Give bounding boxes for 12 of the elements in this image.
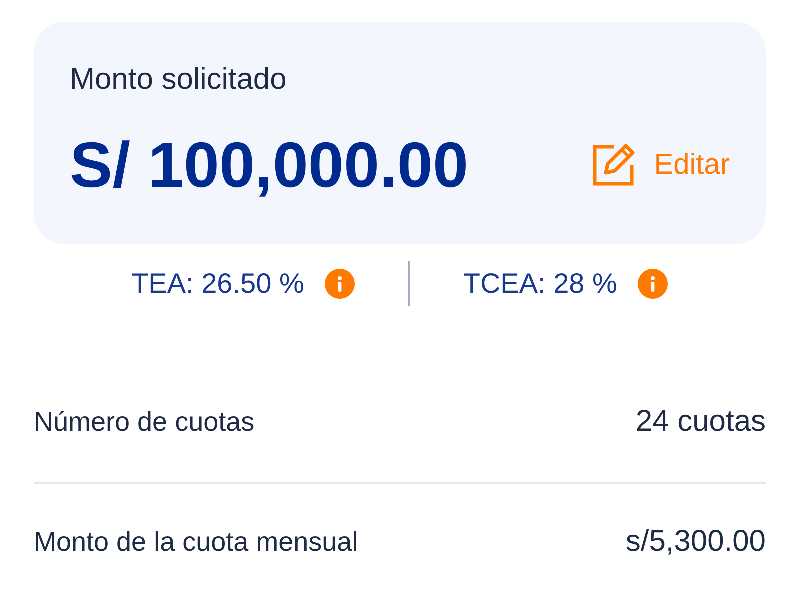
edit-icon — [592, 143, 636, 187]
edit-button[interactable]: Editar — [592, 143, 730, 187]
rate-text: TCEA: 28 % — [463, 268, 618, 300]
rate-text: TEA: 26.50 % — [132, 268, 304, 300]
info-icon[interactable] — [638, 268, 668, 298]
detail-value: 24 cuotas — [636, 405, 766, 439]
requested-amount: S/ 100,000.00 — [70, 128, 469, 203]
detail-value: s/5,300.00 — [626, 525, 766, 559]
card-label: Monto solicitado — [70, 62, 288, 98]
detail-label: Número de cuotas — [34, 406, 255, 438]
detail-label: Monto de la cuota mensual — [34, 526, 358, 558]
info-icon[interactable] — [325, 268, 356, 298]
